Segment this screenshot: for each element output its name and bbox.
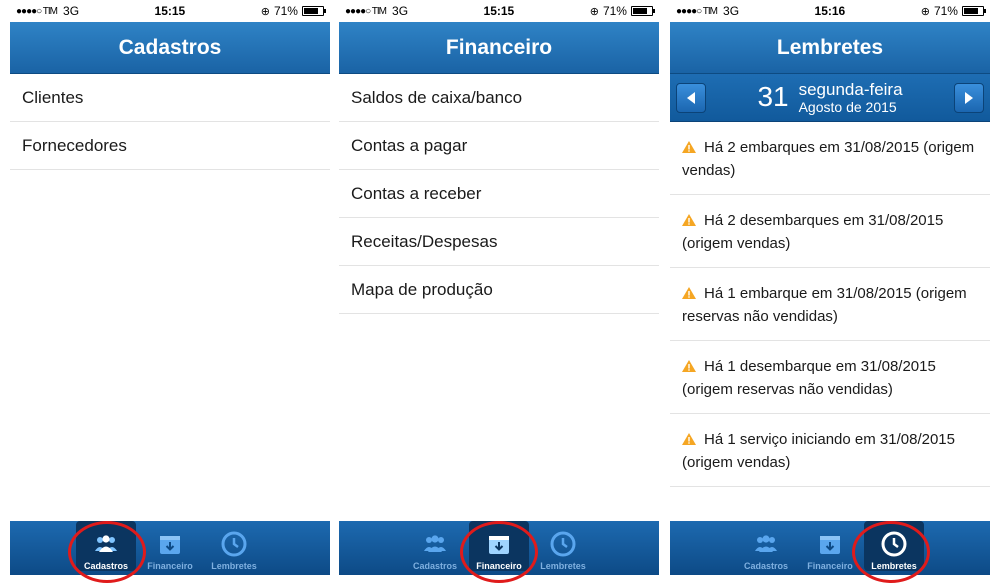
list-item-contas-pagar[interactable]: Contas a pagar: [339, 122, 659, 170]
next-day-button[interactable]: [954, 82, 984, 113]
list-item-clientes[interactable]: Clientes: [10, 74, 330, 122]
warning-icon: [682, 214, 696, 226]
rotation-lock-icon: ⊕: [260, 5, 270, 18]
download-box-icon: [160, 536, 180, 554]
highlight-annotation: [460, 521, 538, 583]
warning-icon: [682, 287, 696, 299]
screen-financeiro: ●●●●○ TIM 3G 15:15 ⊕ 71% Financeiro Sald…: [339, 0, 659, 587]
reminder-text: Há 1 embarque em 31/08/2015 (origem rese…: [682, 285, 967, 325]
rotation-lock-icon: ⊕: [920, 5, 930, 18]
list-item-mapa-producao[interactable]: Mapa de produção: [339, 266, 659, 314]
battery-percent: 71%: [273, 4, 298, 18]
battery-icon: [301, 6, 326, 16]
reminder-text: Há 1 desembarque em 31/08/2015 (origem r…: [682, 358, 936, 398]
tab-label: Lembretes: [211, 561, 257, 571]
tab-cadastros[interactable]: Cadastros: [736, 521, 796, 571]
tab-label: Cadastros: [412, 561, 457, 571]
list-item[interactable]: Há 2 embarques em 31/08/2015 (origem ven…: [670, 122, 990, 195]
battery-icon: [961, 6, 986, 16]
tab-lembretes[interactable]: Lembretes: [204, 521, 264, 571]
status-bar: ●●●●○ TIM 3G 15:15 ⊕ 71%: [339, 0, 659, 22]
tab-financeiro[interactable]: Financeiro: [140, 521, 200, 571]
list-item-contas-receber[interactable]: Contas a receber: [339, 170, 659, 218]
clock-icon: [221, 531, 247, 557]
list-item-saldos[interactable]: Saldos de caixa/banco: [339, 74, 659, 122]
network-label: 3G: [723, 4, 740, 18]
tab-cadastros[interactable]: Cadastros: [405, 521, 465, 571]
battery-percent: 71%: [602, 4, 627, 18]
status-bar: ●●●●○ TIM 3G 15:15 ⊕ 71%: [10, 0, 330, 22]
screen-cadastros: ●●●●○ TIM 3G 15:15 ⊕ 71% Cadastros Clien…: [10, 0, 330, 587]
list-item[interactable]: Há 2 desembarques em 31/08/2015 (origem …: [670, 195, 990, 268]
current-date: 31 segunda-feira Agosto de 2015: [757, 80, 902, 116]
page-title: Financeiro: [339, 22, 659, 74]
date-weekday: segunda-feira: [798, 79, 903, 99]
status-time: 15:15: [154, 4, 186, 18]
page-title: Lembretes: [670, 22, 990, 74]
list-item[interactable]: Há 1 serviço iniciando em 31/08/2015 (or…: [670, 414, 990, 487]
page-title: Cadastros: [10, 22, 330, 74]
tab-lembretes[interactable]: Lembretes: [533, 521, 593, 571]
tab-label: Lembretes: [540, 561, 586, 571]
tab-bar: Cadastros Financeiro Lembretes: [10, 521, 330, 575]
clock-icon: [550, 531, 576, 557]
rotation-lock-icon: ⊕: [589, 5, 599, 18]
warning-icon: [682, 360, 696, 372]
carrier-label: ●●●●○ TIM: [345, 5, 387, 17]
list-item-receitas-despesas[interactable]: Receitas/Despesas: [339, 218, 659, 266]
financeiro-list: Saldos de caixa/banco Contas a pagar Con…: [339, 74, 659, 314]
status-time: 15:16: [814, 4, 846, 18]
people-icon: [755, 535, 777, 552]
reminder-text: Há 1 serviço iniciando em 31/08/2015 (or…: [682, 431, 955, 471]
status-time: 15:15: [483, 4, 515, 18]
prev-day-button[interactable]: [676, 82, 706, 113]
status-bar: ●●●●○ TIM 3G 15:16 ⊕ 71%: [670, 0, 990, 22]
reminder-text: Há 2 embarques em 31/08/2015 (origem ven…: [682, 139, 975, 179]
warning-icon: [682, 141, 696, 153]
tab-label: Financeiro: [147, 561, 193, 571]
highlight-annotation: [852, 521, 930, 583]
people-icon: [424, 535, 446, 552]
reminders-list: Há 2 embarques em 31/08/2015 (origem ven…: [670, 122, 990, 487]
list-item-fornecedores[interactable]: Fornecedores: [10, 122, 330, 170]
carrier-label: ●●●●○ TIM: [16, 5, 58, 17]
warning-icon: [682, 433, 696, 445]
carrier-label: ●●●●○ TIM: [676, 5, 718, 17]
arrow-left-icon: [687, 91, 695, 104]
list-item[interactable]: Há 1 embarque em 31/08/2015 (origem rese…: [670, 268, 990, 341]
tab-financeiro[interactable]: Financeiro: [800, 521, 860, 571]
date-month: Agosto de 2015: [798, 99, 897, 116]
tab-label: Financeiro: [807, 561, 853, 571]
arrow-right-icon: [965, 91, 973, 104]
network-label: 3G: [63, 4, 80, 18]
network-label: 3G: [392, 4, 409, 18]
battery-icon: [630, 6, 655, 16]
tab-bar: Cadastros Financeiro Lembretes: [670, 521, 990, 575]
screen-lembretes: ●●●●○ TIM 3G 15:16 ⊕ 71% Lembretes 31 se…: [670, 0, 990, 587]
reminder-text: Há 2 desembarques em 31/08/2015 (origem …: [682, 212, 944, 252]
date-navigator: 31 segunda-feira Agosto de 2015: [670, 74, 990, 122]
download-box-icon: [820, 536, 840, 554]
battery-percent: 71%: [933, 4, 958, 18]
date-day: 31: [757, 81, 789, 113]
highlight-annotation: [68, 521, 146, 583]
list-item[interactable]: Há 1 desembarque em 31/08/2015 (origem r…: [670, 341, 990, 414]
cadastros-list: Clientes Fornecedores: [10, 74, 330, 170]
tab-label: Cadastros: [743, 561, 788, 571]
